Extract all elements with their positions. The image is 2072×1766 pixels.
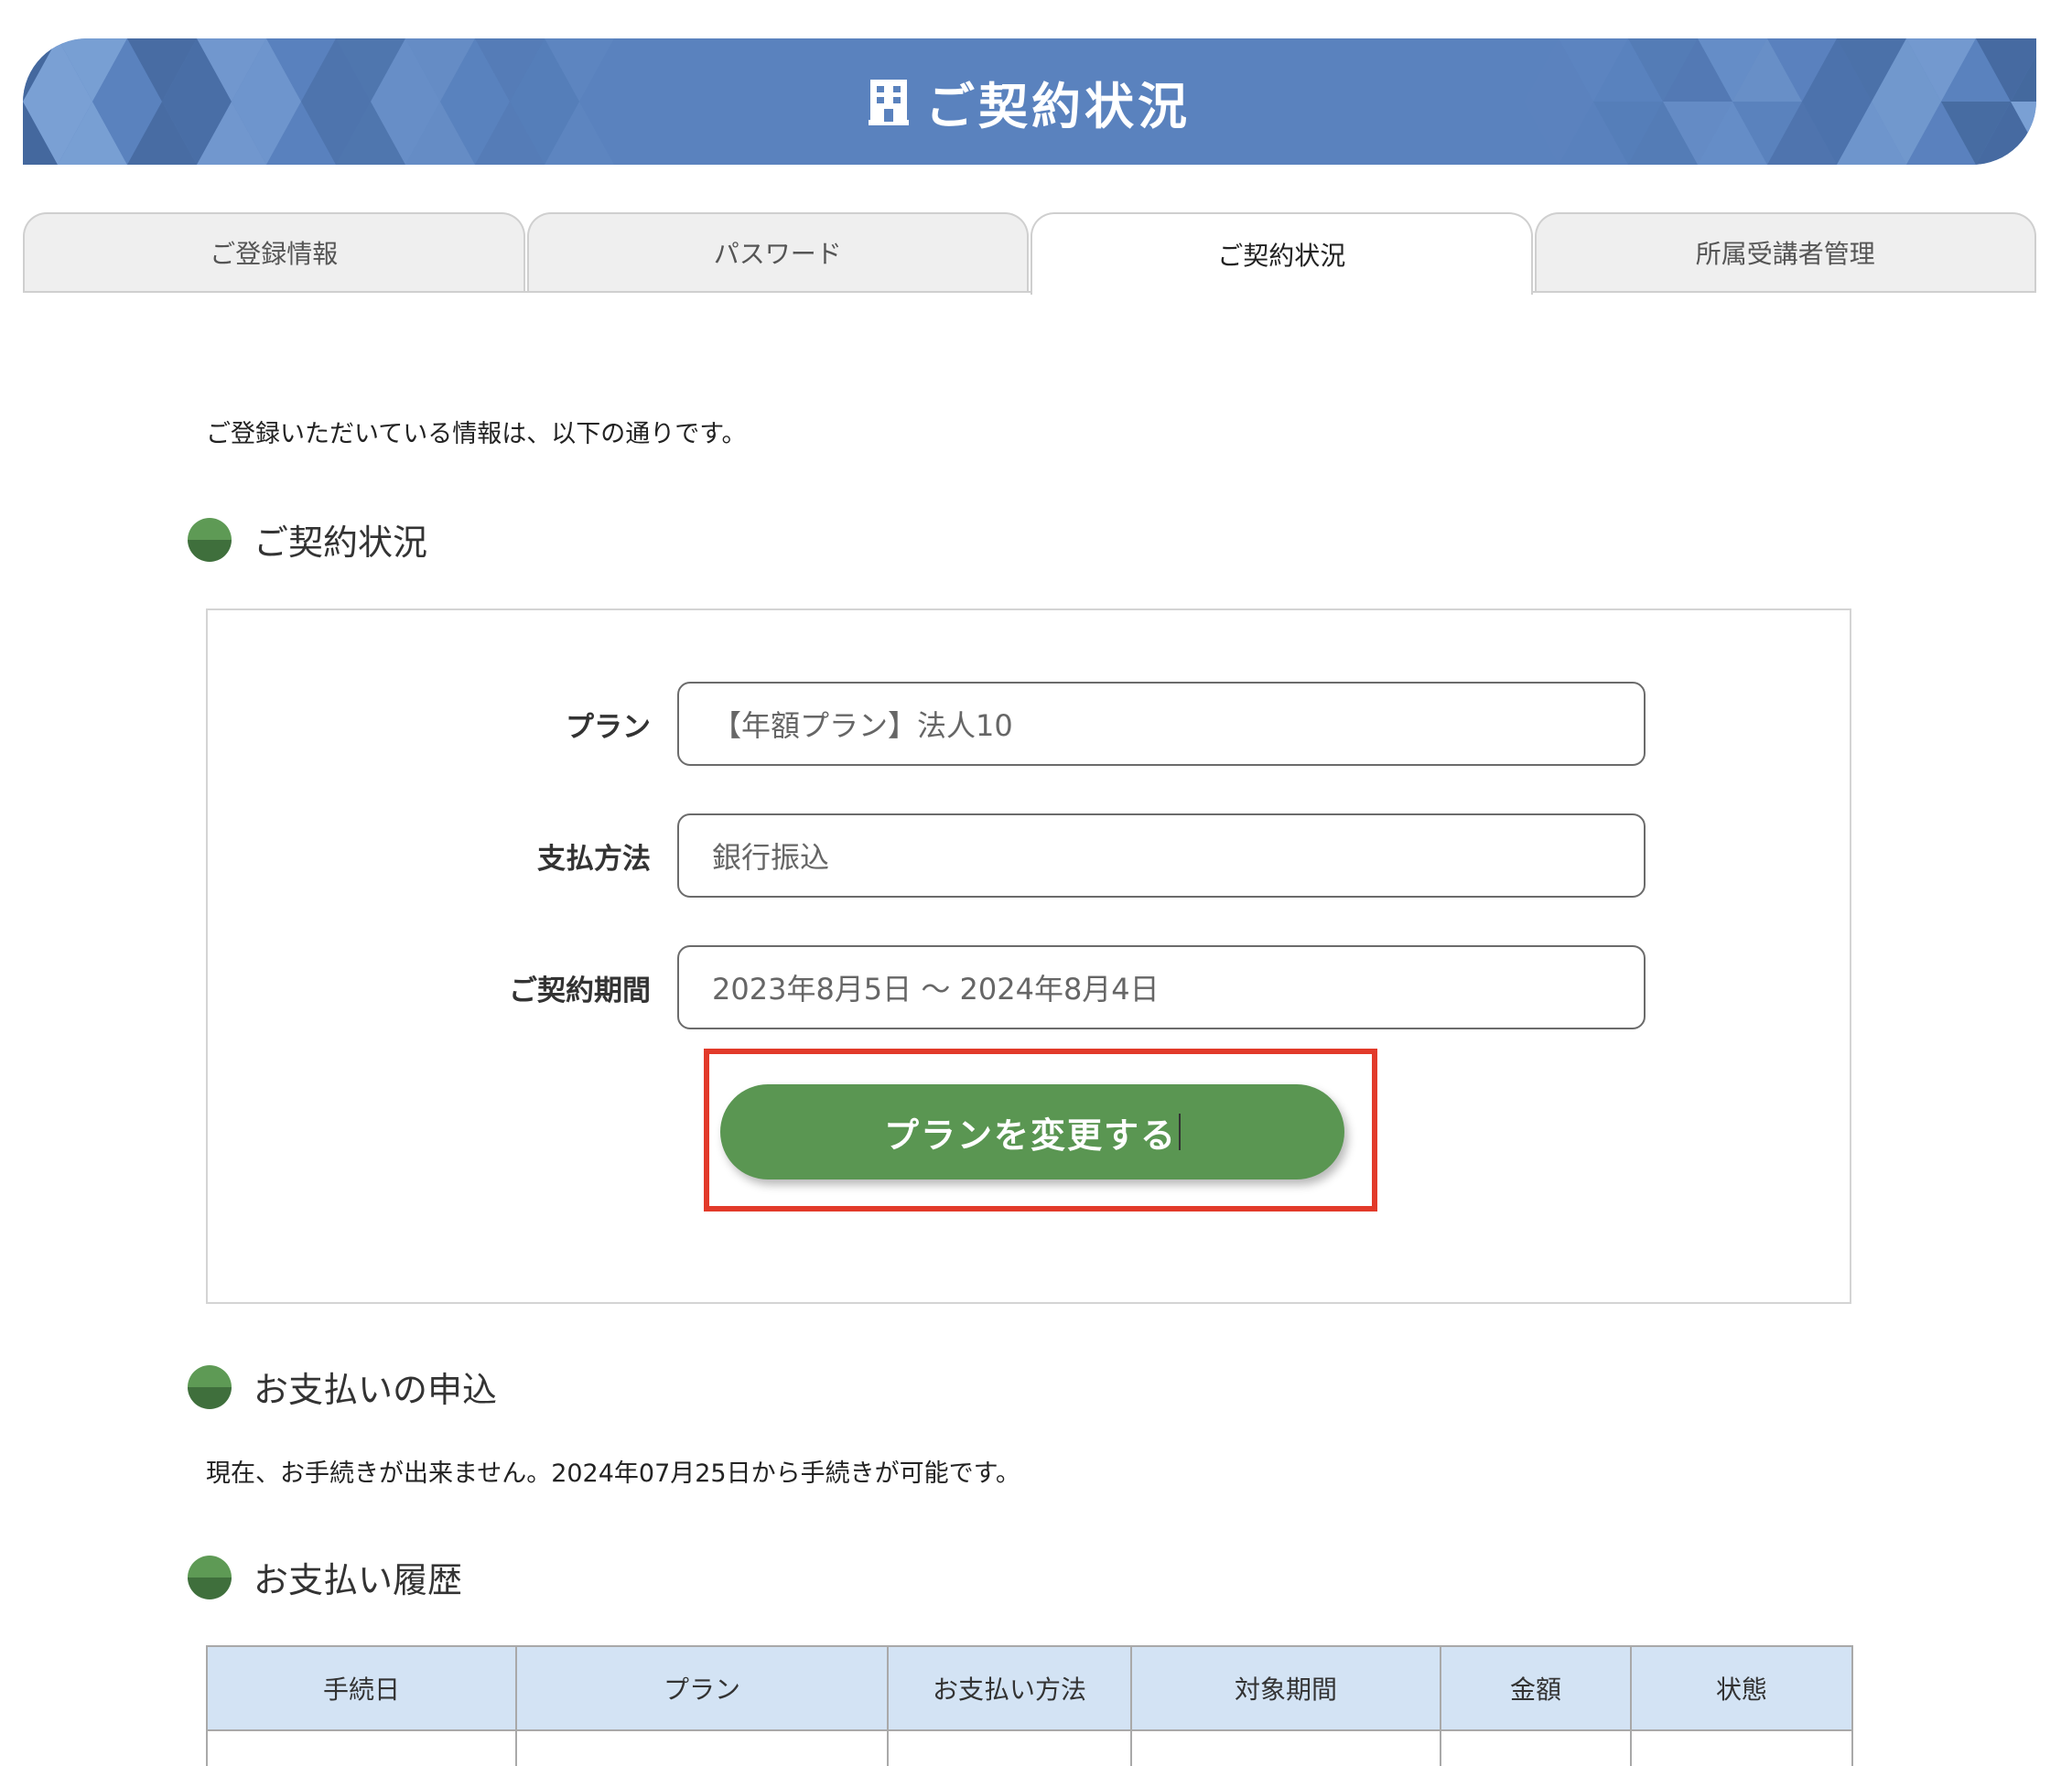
tab-label: 所属受講者管理 [1695,239,1875,269]
table-cell [887,1729,1132,1766]
section-heading-text: お支払いの申込 [254,1370,498,1410]
tab-registration-info[interactable]: ご登録情報 [23,212,525,291]
green-dot-icon [188,1364,232,1409]
tab-label: ご契約状況 [1217,241,1346,271]
column-header-payment-method: お支払い方法 [887,1645,1132,1731]
tab-label: パスワード [713,239,842,269]
column-header-amount: 金額 [1440,1645,1632,1731]
table-cell [1130,1729,1441,1766]
contract-period-field: 2023年8月5日 〜 2024年8月4日 [677,945,1646,1029]
page-title: ご契約状況 [23,38,2036,165]
column-header-procedure-date: 手続日 [206,1645,517,1731]
payment-method-row: 支払方法 銀行振込 [208,813,1850,898]
table-header-row: 手続日 プラン お支払い方法 対象期間 金額 状態 [206,1645,1853,1731]
contract-status-page: ご契約状況 ご登録情報 パスワード ご契約状況 所属受講者管理 ご登録いただいて… [0,0,2072,1766]
page-header-banner: ご契約状況 [23,38,2036,165]
payment-method-label: 支払方法 [537,842,651,876]
green-dot-icon [188,1555,232,1599]
column-header-status: 状態 [1630,1645,1853,1731]
change-plan-button[interactable]: プランを変更する [720,1084,1344,1179]
table-cell [206,1729,517,1766]
payment-history-table: 手続日 プラン お支払い方法 対象期間 金額 状態 [206,1645,1853,1766]
payment-unavailable-note: 現在、お手続きが出来ません。2024年07月25日から手続きが可能です。 [206,1459,1020,1488]
section-heading-payment-history: お支払い履歴 [188,1552,462,1602]
contract-period-row: ご契約期間 2023年8月5日 〜 2024年8月4日 [208,945,1850,1029]
tab-contract-status[interactable]: ご契約状況 [1031,212,1533,295]
text-cursor [1179,1114,1181,1150]
contract-period-label: ご契約期間 [509,974,651,1007]
page-title-text: ご契約状況 [925,77,1191,135]
section-heading-text: お支払い履歴 [254,1560,463,1600]
column-header-target-period: 対象期間 [1130,1645,1441,1731]
section-heading-payment-application: お支払いの申込 [188,1362,497,1412]
section-heading-text: ご契約状況 [254,522,428,563]
table-cell [1630,1729,1853,1766]
tab-label: ご登録情報 [210,239,339,269]
plan-label: プラン [566,710,651,744]
table-cell [1440,1729,1632,1766]
column-header-plan: プラン [515,1645,889,1731]
section-heading-contract: ご契約状況 [188,514,427,565]
account-tabs: ご登録情報 パスワード ご契約状況 所属受講者管理 [23,212,2036,295]
payment-method-field: 銀行振込 [677,813,1646,898]
tab-password[interactable]: パスワード [526,212,1029,291]
intro-text: ご登録いただいている情報は、以下の通りです。 [206,420,747,448]
change-plan-button-label: プランを変更する [883,1115,1177,1156]
contract-details-box: プラン 【年額プラン】法人10 支払方法 銀行振込 ご契約期間 2023年8月5… [206,608,1851,1304]
tabs-underline [23,291,2036,293]
building-icon [869,80,909,125]
table-cell [515,1729,889,1766]
green-dot-icon [188,517,232,562]
table-row [206,1729,1853,1766]
tab-member-management[interactable]: 所属受講者管理 [1534,212,2036,291]
plan-row: プラン 【年額プラン】法人10 [208,682,1850,766]
plan-field: 【年額プラン】法人10 [677,682,1646,766]
